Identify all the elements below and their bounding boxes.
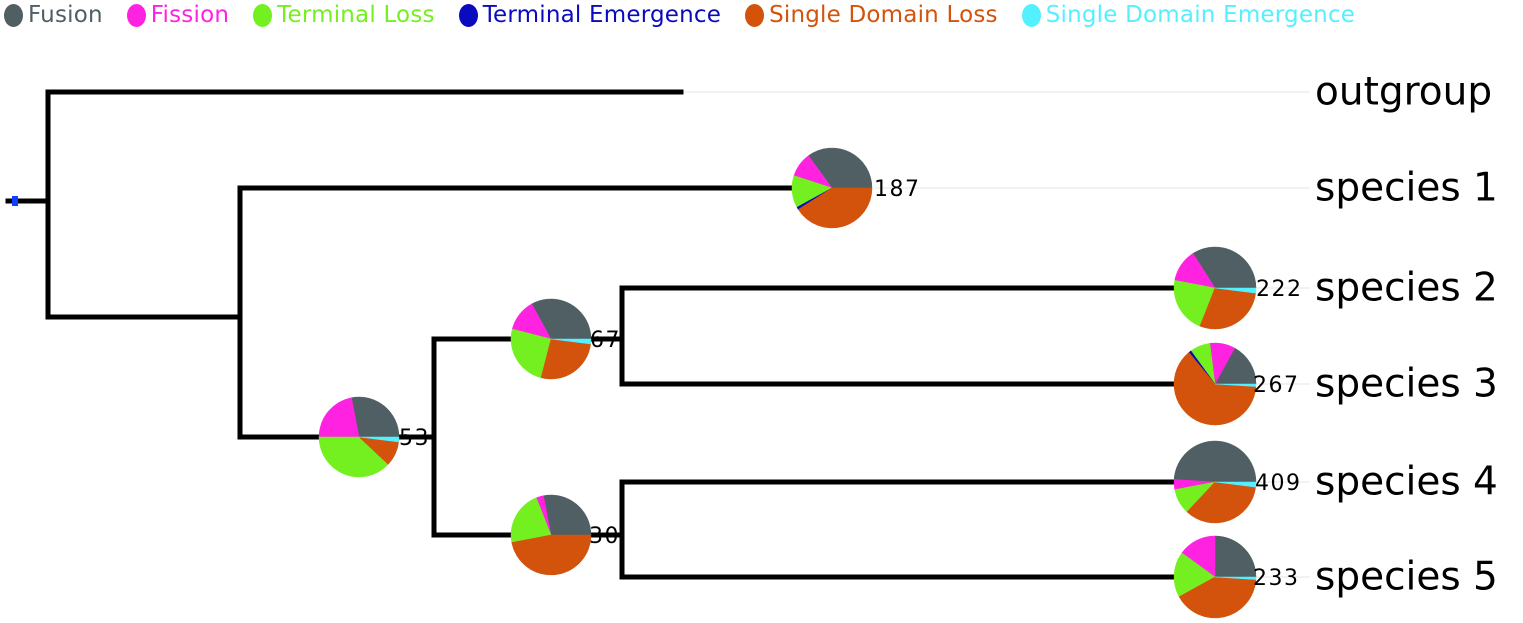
tip-label-species4: species 4 [1315,459,1498,505]
root-marker-layer [12,196,18,206]
node-count-node67: 67 [590,328,621,353]
pie-slice-fusion [1214,535,1257,578]
tip-label-species2: species 2 [1315,265,1498,311]
pie-chart-species5 [1173,535,1257,619]
pie-slice-fusion [351,396,400,438]
pie-chart-node53 [318,396,400,478]
node-count-species3: 267 [1253,373,1300,398]
figure-canvas: Fusion Fission Terminal Loss Terminal Emerg… [0,0,1523,623]
pie-slice-single-domain-loss [511,534,592,576]
tip-label-species1: species 1 [1315,165,1498,211]
node-count-species4: 409 [1255,471,1302,496]
tip-label-outgroup: outgroup [1315,69,1493,115]
node-count-species1: 187 [874,177,921,202]
root-marker-icon [12,196,18,206]
pie-slice-fusion [543,494,592,536]
pie-chart-node67 [510,298,592,380]
tip-label-species3: species 3 [1315,361,1498,407]
node-count-node30: 30 [589,524,620,549]
phylogenetic-tree [5,89,1310,619]
node-count-species2: 222 [1256,277,1303,302]
pie-chart-node30 [510,494,592,576]
pie-chart-species1 [791,147,873,229]
pie-slice-fusion [1173,440,1257,483]
node-count-node53: 53 [399,426,430,451]
pie-chart-species4 [1173,440,1257,524]
tip-label-species5: species 5 [1315,554,1498,600]
node-count-species5: 233 [1253,566,1300,591]
pie-chart-species2 [1173,246,1257,330]
pie-chart-species3 [1173,342,1257,426]
